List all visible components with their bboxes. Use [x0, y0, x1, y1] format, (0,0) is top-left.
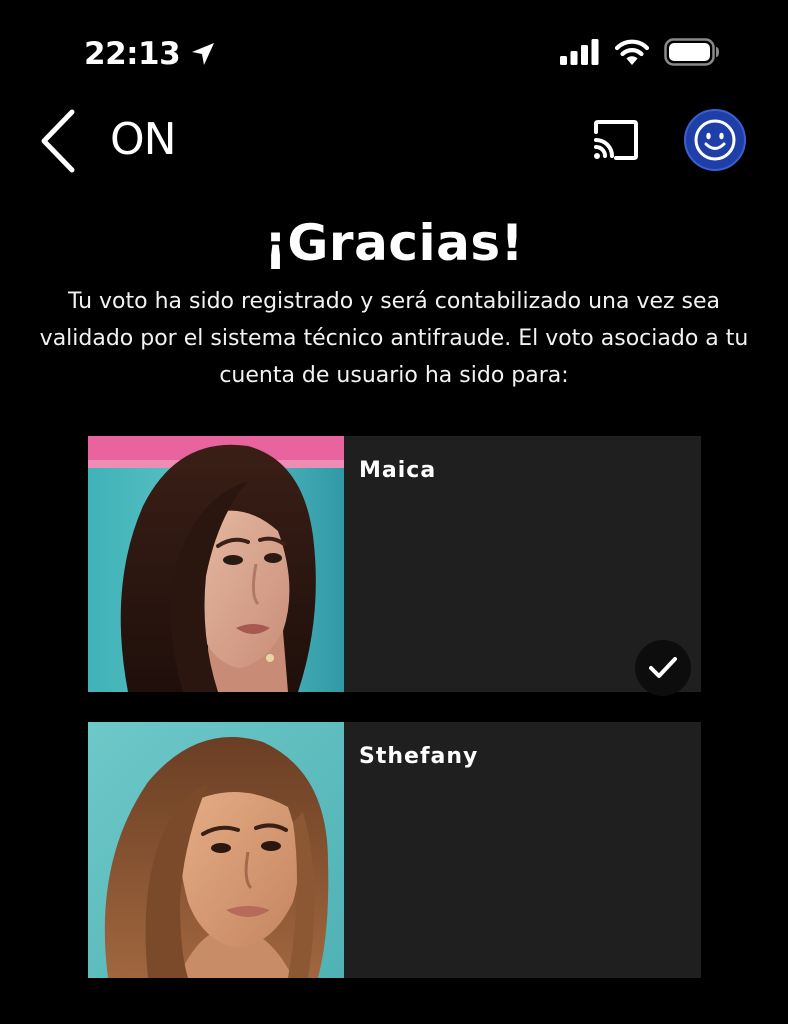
- cast-button[interactable]: [590, 118, 642, 162]
- back-button[interactable]: [36, 104, 80, 174]
- checkmark-icon: [649, 657, 677, 678]
- nav-bar: ON: [0, 100, 788, 180]
- contestant-card-sthefany[interactable]: Sthefany: [88, 722, 701, 978]
- contestant-photo-sthefany: [88, 722, 344, 978]
- thanks-title: ¡Gracias!: [264, 214, 524, 272]
- location-arrow-icon: [190, 41, 216, 67]
- status-time-group: 22:13: [84, 34, 216, 74]
- chevron-left-icon: [41, 109, 75, 173]
- cellular-signal-icon: [560, 39, 600, 70]
- smiley-avatar-icon: [684, 109, 746, 171]
- status-time: 22:13: [84, 36, 181, 72]
- battery-icon: [664, 38, 720, 71]
- status-bar: 22:13: [0, 0, 788, 100]
- nav-title: ON: [110, 114, 177, 165]
- contestant-photo-maica: [88, 436, 344, 692]
- cast-icon: [594, 120, 638, 160]
- contestant-card-maica[interactable]: Maica: [88, 436, 701, 696]
- status-icons: [560, 38, 720, 71]
- selected-badge: [635, 640, 691, 696]
- contestant-name: Sthefany: [359, 744, 479, 769]
- profile-avatar-button[interactable]: [684, 109, 746, 171]
- thanks-message: Tu voto ha sido registrado y será contab…: [39, 289, 749, 388]
- contestant-name: Maica: [359, 458, 437, 483]
- wifi-icon: [614, 38, 650, 71]
